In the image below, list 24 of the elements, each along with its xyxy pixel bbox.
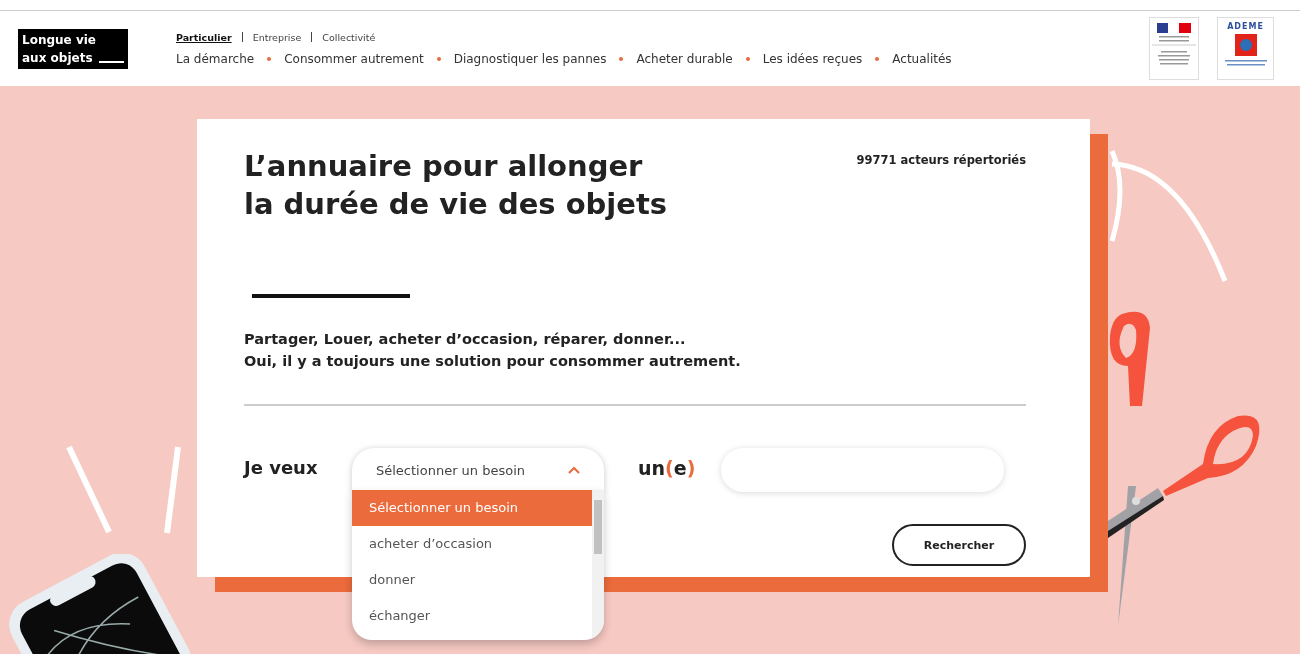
actor-count: 99771 acteurs répertoriés <box>856 153 1026 167</box>
intro-text: Partager, Louer, acheter d’occasion, réparer, donner... Oui, il y a toujours une solution pour consommer autrement. <box>244 330 742 371</box>
search-button[interactable]: Rechercher <box>892 524 1026 566</box>
nav-link[interactable]: Consommer autrement <box>284 51 424 66</box>
nav-link[interactable]: La démarche <box>176 51 255 66</box>
audience-tab[interactable]: Particulier <box>176 31 232 43</box>
audience-tab[interactable]: Entreprise <box>252 31 302 43</box>
form-label: Je veux <box>244 456 319 478</box>
page-title: L’annuaire pour allonger la durée de vie des objets <box>244 148 668 223</box>
dropdown-option[interactable]: acheter d’occasion <box>352 526 592 562</box>
agency-logo: ADEME <box>1217 17 1274 80</box>
nav-link[interactable]: Les idées reçues <box>762 51 863 66</box>
site-logo[interactable]: Longue vie aux objets <box>18 28 128 69</box>
nav-link[interactable]: Actualités <box>892 51 952 66</box>
audience-tab[interactable]: Collectivité <box>322 31 376 43</box>
caret-icon <box>568 466 580 474</box>
ministry-logo-icon <box>1149 17 1199 80</box>
scrollbar[interactable] <box>592 490 604 640</box>
dropdown-option[interactable]: échanger <box>352 598 592 634</box>
form-label: un(e) <box>638 457 697 479</box>
nav-link[interactable]: Acheter durable <box>636 51 733 66</box>
need-select[interactable]: Sélectionner un besoin <box>352 448 604 492</box>
nav-link[interactable]: Diagnostiquer les pannes <box>453 51 607 66</box>
dropdown-option[interactable]: donner <box>352 562 592 598</box>
